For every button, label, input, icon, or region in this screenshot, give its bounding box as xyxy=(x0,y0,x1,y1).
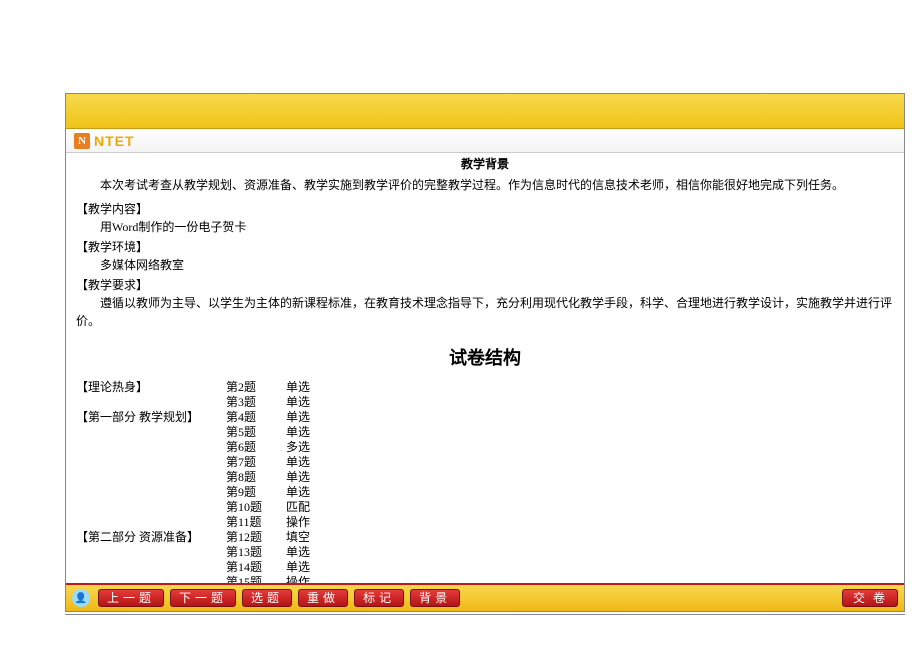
table-row: 第9题单选 xyxy=(226,485,346,500)
table-row: 第14题单选 xyxy=(226,560,346,575)
question-type: 单选 xyxy=(286,485,346,500)
group-label: 【第一部分 教学规划】 xyxy=(76,410,226,425)
redo-button[interactable]: 重做 xyxy=(298,589,348,607)
next-button[interactable]: 下一题 xyxy=(170,589,236,607)
question-type: 填空 xyxy=(286,530,346,545)
question-number: 第11题 xyxy=(226,515,286,530)
title-bar xyxy=(66,94,904,129)
intro-text: 本次考试考查从教学规划、资源准备、教学实施到教学评价的完整教学过程。作为信息时代… xyxy=(76,176,894,194)
question-number: 第14题 xyxy=(226,560,286,575)
table-row: 第3题单选 xyxy=(226,395,346,410)
structure-title: 试卷结构 xyxy=(76,344,894,370)
submit-button[interactable]: 交卷 xyxy=(842,589,898,607)
question-number: 第3题 xyxy=(226,395,286,410)
question-type: 单选 xyxy=(286,470,346,485)
table-row: 第11题操作 xyxy=(226,515,346,530)
question-type: 单选 xyxy=(286,425,346,440)
section-body: 遵循以教师为主导、以学生为主体的新课程标准，在教育技术理念指导下，充分利用现代化… xyxy=(76,294,894,330)
group-label: 【理论热身】 xyxy=(76,380,226,395)
question-number: 第12题 xyxy=(226,530,286,545)
table-row: 第15题操作 xyxy=(226,575,346,583)
section-label: 【教学内容】 xyxy=(76,200,894,218)
section-body: 用Word制作的一份电子贺卡 xyxy=(76,218,894,236)
structure-table: 【理论热身】.【第一部分 教学规划】.......【第二部分 资源准备】...【… xyxy=(76,380,894,583)
question-number: 第13题 xyxy=(226,545,286,560)
question-number: 第2题 xyxy=(226,380,286,395)
question-number: 第8题 xyxy=(226,470,286,485)
logo-bar: N NTET xyxy=(66,129,904,153)
table-row: 第6题多选 xyxy=(226,440,346,455)
avatar-icon: 👤 xyxy=(72,589,90,607)
bottom-toolbar: 👤 上一题 下一题 选题 重做 标记 背景 交卷 xyxy=(66,583,904,611)
prev-button[interactable]: 上一题 xyxy=(98,589,164,607)
question-number: 第7题 xyxy=(226,455,286,470)
table-row: 第13题单选 xyxy=(226,545,346,560)
question-type: 匹配 xyxy=(286,500,346,515)
table-row: 第7题单选 xyxy=(226,455,346,470)
background-button[interactable]: 背景 xyxy=(410,589,460,607)
question-type: 单选 xyxy=(286,410,346,425)
question-number: 第6题 xyxy=(226,440,286,455)
question-number: 第15题 xyxy=(226,575,286,583)
question-number: 第5题 xyxy=(226,425,286,440)
question-type: 单选 xyxy=(286,380,346,395)
page-subtitle: 教学背景 xyxy=(76,153,894,172)
table-row: 第5题单选 xyxy=(226,425,346,440)
question-type: 多选 xyxy=(286,440,346,455)
table-row: 第2题单选 xyxy=(226,380,346,395)
question-number: 第4题 xyxy=(226,410,286,425)
question-type: 操作 xyxy=(286,515,346,530)
question-type: 单选 xyxy=(286,395,346,410)
question-type: 操作 xyxy=(286,575,346,583)
table-row: 第4题单选 xyxy=(226,410,346,425)
section-label: 【教学环境】 xyxy=(76,238,894,256)
question-type: 单选 xyxy=(286,560,346,575)
section-body: 多媒体网络教室 xyxy=(76,256,894,274)
logo-icon: N xyxy=(74,133,90,149)
table-row: 第10题匹配 xyxy=(226,500,346,515)
app-window: N NTET 教学背景 本次考试考查从教学规划、资源准备、教学实施到教学评价的完… xyxy=(65,93,905,612)
group-label: 【第二部分 资源准备】 xyxy=(76,530,226,545)
table-row: 第12题填空 xyxy=(226,530,346,545)
table-row: 第8题单选 xyxy=(226,470,346,485)
question-type: 单选 xyxy=(286,455,346,470)
content-area[interactable]: 教学背景 本次考试考查从教学规划、资源准备、教学实施到教学评价的完整教学过程。作… xyxy=(66,153,904,583)
section-label: 【教学要求】 xyxy=(76,276,894,294)
mark-button[interactable]: 标记 xyxy=(354,589,404,607)
question-type: 单选 xyxy=(286,545,346,560)
question-number: 第10题 xyxy=(226,500,286,515)
logo-text: NTET xyxy=(94,133,135,149)
select-button[interactable]: 选题 xyxy=(242,589,292,607)
question-number: 第9题 xyxy=(226,485,286,500)
